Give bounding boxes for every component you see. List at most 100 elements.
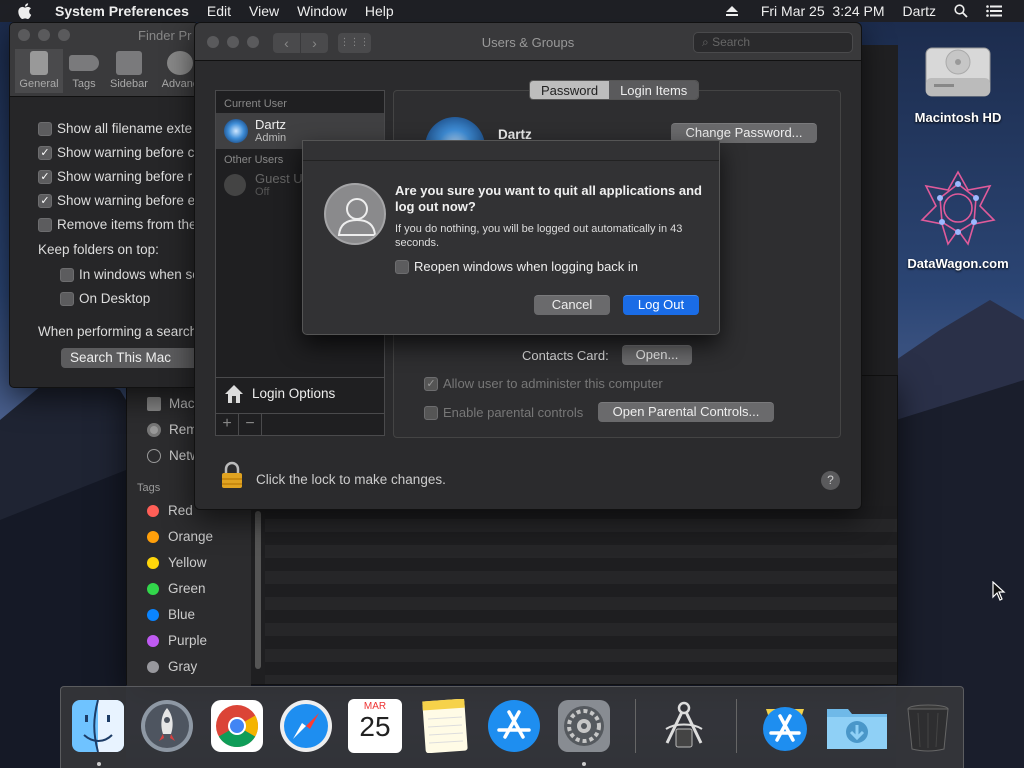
tag-label: Purple <box>168 633 208 648</box>
eject-icon[interactable] <box>717 6 747 16</box>
checkbox-checked[interactable]: ✓ <box>38 193 52 208</box>
sidebar-tag-orange[interactable]: Orange <box>147 529 213 544</box>
search-icon: ⌕ <box>702 35 709 49</box>
finder-window-backdrop <box>860 45 898 375</box>
login-options-item[interactable]: Login Options <box>216 377 384 409</box>
option-label: Show all filename exte <box>57 121 193 136</box>
minimize-button[interactable] <box>38 29 50 41</box>
tab-advanced[interactable]: Advanc <box>156 51 198 90</box>
menu-user[interactable]: Dartz <box>894 3 945 19</box>
calendar-icon: MAR 25 <box>348 699 402 753</box>
instruments-icon <box>665 701 703 748</box>
zoom-button[interactable] <box>58 29 70 41</box>
dock-separator <box>736 699 737 753</box>
datawagon-logo-icon <box>918 168 998 248</box>
cancel-button[interactable]: Cancel <box>534 295 610 315</box>
help-button[interactable]: ? <box>821 471 840 490</box>
logout-dialog: Are you sure you want to quit all applic… <box>302 140 720 335</box>
sidebar-item-network[interactable]: Netw <box>147 448 200 463</box>
dialog-heading: Are you sure you want to quit all applic… <box>395 183 702 214</box>
user-status: Off <box>255 186 270 198</box>
allow-admin-option[interactable]: ✓ Allow user to administer this computer <box>424 376 663 391</box>
tab-control: Password Login Items <box>529 80 700 100</box>
checkbox[interactable] <box>395 259 409 274</box>
desktop-icon-datawagon[interactable]: DataWagon.com <box>903 168 1013 271</box>
lock-icon[interactable] <box>220 460 244 493</box>
dock: MAR 25 <box>60 686 964 768</box>
tab-password[interactable]: Password <box>530 81 610 99</box>
sidebar-tag-green[interactable]: Green <box>147 581 206 596</box>
search-scope-label: When performing a search <box>38 324 198 339</box>
sidebar-tag-purple[interactable]: Purple <box>147 633 207 648</box>
checkbox[interactable] <box>38 217 52 232</box>
dock-app-store-downloads[interactable] <box>758 699 812 753</box>
sidebar-icon <box>116 51 142 75</box>
option-remove-trash-items[interactable]: Remove items from the <box>38 217 197 232</box>
checkbox[interactable] <box>424 405 438 420</box>
sidebar-tag-blue[interactable]: Blue <box>147 607 195 622</box>
finder-file-list <box>265 506 897 684</box>
sidebar-tag-red[interactable]: Red <box>147 503 193 518</box>
open-parental-controls-button[interactable]: Open Parental Controls... <box>598 402 774 422</box>
menu-edit[interactable]: Edit <box>198 3 240 19</box>
menu-app-name[interactable]: System Preferences <box>46 3 198 19</box>
checkbox-checked[interactable]: ✓ <box>38 169 52 184</box>
option-folders-on-desktop[interactable]: On Desktop <box>60 291 150 306</box>
finder-prefs-toolbar: Finder Pr General Tags Sidebar Advanc <box>10 23 198 97</box>
dock-instruments[interactable] <box>657 699 711 753</box>
tab-sidebar[interactable]: Sidebar <box>105 51 153 90</box>
menu-view[interactable]: View <box>240 3 288 19</box>
option-warn-empty-trash[interactable]: ✓ Show warning before e <box>38 193 195 208</box>
checkbox[interactable] <box>60 291 74 306</box>
menu-help[interactable]: Help <box>356 3 403 19</box>
window-titlebar: ‹ › ⋮⋮⋮ Users & Groups ⌕ Search <box>195 23 861 61</box>
dock-trash[interactable] <box>901 699 955 753</box>
sidebar-tag-yellow[interactable]: Yellow <box>147 555 207 570</box>
log-out-button[interactable]: Log Out <box>623 295 699 315</box>
dock-app-store[interactable] <box>487 699 541 753</box>
dock-system-preferences[interactable] <box>557 699 611 753</box>
sidebar-item-macintosh[interactable]: Mac <box>147 396 195 411</box>
spotlight-search-icon[interactable] <box>945 4 977 18</box>
option-warn-remove-icloud[interactable]: ✓ Show warning before r <box>38 169 192 184</box>
dock-notes[interactable] <box>418 698 472 754</box>
dock-calendar[interactable]: MAR 25 <box>348 699 402 753</box>
sidebar-tag-gray[interactable]: Gray <box>147 659 197 674</box>
search-scope-select[interactable]: Search This Mac <box>61 348 198 368</box>
option-folders-in-windows[interactable]: In windows when so <box>60 267 198 282</box>
tag-label: Yellow <box>168 555 207 570</box>
remote-disc-icon <box>147 422 161 437</box>
menu-clock[interactable]: Fri Mar 25 3:24 PM <box>747 3 894 19</box>
dock-chrome[interactable] <box>210 699 264 753</box>
checkbox[interactable] <box>38 121 52 136</box>
search-input[interactable]: ⌕ Search <box>693 32 853 53</box>
option-warn-change-ext[interactable]: ✓ Show warning before c <box>38 145 194 160</box>
contacts-open-button[interactable]: Open... <box>622 345 692 365</box>
dock-launchpad[interactable] <box>140 699 194 753</box>
sidebar-item-remote[interactable]: Rem <box>147 422 198 437</box>
yellow-tag-dot <box>147 556 159 569</box>
tab-login-items[interactable]: Login Items <box>609 81 699 99</box>
dialog-message: If you do nothing, you will be logged ou… <box>395 223 683 249</box>
tab-general[interactable]: General <box>15 49 63 93</box>
sidebar-scrollbar[interactable] <box>255 511 261 669</box>
option-show-extensions[interactable]: Show all filename exte <box>38 121 192 136</box>
tab-tags[interactable]: Tags <box>60 51 108 90</box>
checkbox-checked[interactable]: ✓ <box>38 145 52 160</box>
dock-safari[interactable] <box>279 699 333 753</box>
app-store-icon <box>488 700 540 752</box>
remove-user-button[interactable]: − <box>239 414 262 436</box>
menu-window[interactable]: Window <box>288 3 356 19</box>
add-user-button[interactable]: + <box>216 414 239 436</box>
dock-finder[interactable] <box>71 699 125 753</box>
notification-center-icon[interactable] <box>977 5 1024 17</box>
apple-icon[interactable] <box>0 3 46 19</box>
reopen-windows-option[interactable]: Reopen windows when logging back in <box>395 259 638 274</box>
close-button[interactable] <box>18 29 30 41</box>
dock-downloads[interactable] <box>826 699 887 753</box>
checkbox-checked[interactable]: ✓ <box>424 376 438 391</box>
desktop-icon-label: Macintosh HD <box>914 110 1002 125</box>
parental-controls-option[interactable]: Enable parental controls <box>424 405 583 420</box>
desktop-icon-macintosh-hd[interactable]: Macintosh HD <box>903 32 1013 125</box>
checkbox[interactable] <box>60 267 74 282</box>
